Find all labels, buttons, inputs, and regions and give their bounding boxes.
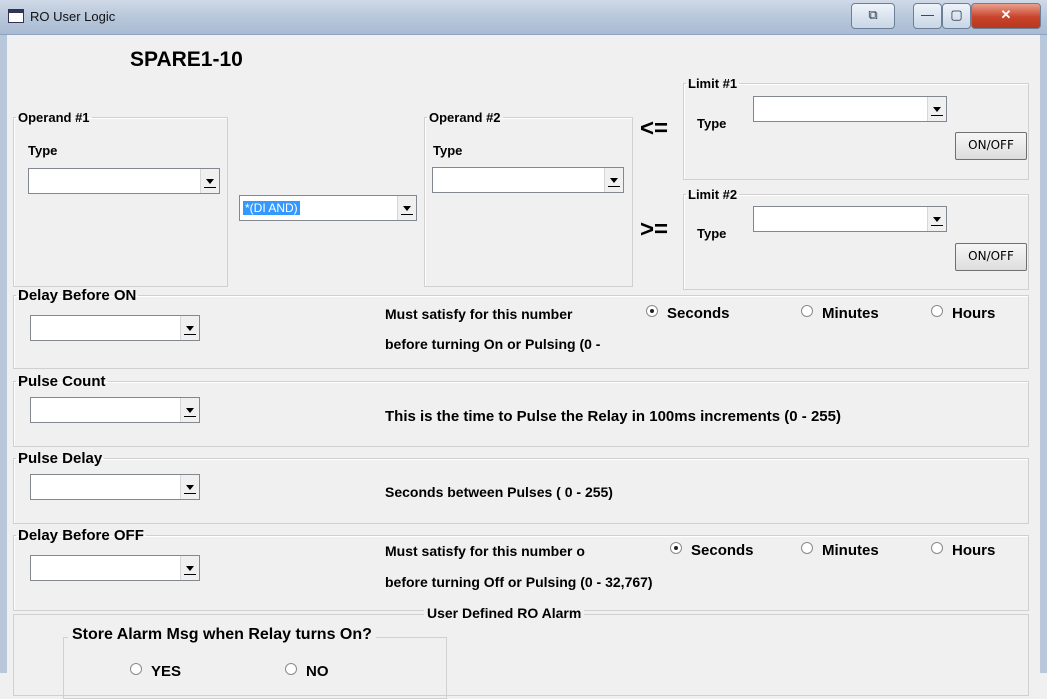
radio-checked-icon xyxy=(670,542,682,554)
radio-icon xyxy=(801,542,813,554)
delay-on-select[interactable] xyxy=(30,315,200,341)
maximize-button[interactable]: ▢ xyxy=(942,3,971,29)
radio-label: Seconds xyxy=(691,542,754,559)
chevron-down-icon[interactable] xyxy=(200,169,219,193)
operand1-legend: Operand #1 xyxy=(18,110,90,125)
window-border-right xyxy=(1040,35,1047,673)
limit1-onoff-button[interactable]: ON/OFF xyxy=(955,132,1027,160)
operand2-legend: Operand #2 xyxy=(429,110,501,125)
chevron-down-icon[interactable] xyxy=(397,196,416,220)
limit1-type-label: Type xyxy=(697,116,727,131)
alarm-yes-radio[interactable]: YES xyxy=(130,663,181,680)
delay-off-select[interactable] xyxy=(30,555,200,581)
chevron-down-icon[interactable] xyxy=(927,97,946,121)
close-button[interactable]: ✕ xyxy=(971,3,1041,29)
delay-off-seconds-radio[interactable]: Seconds xyxy=(670,542,754,559)
operand2-type-select[interactable] xyxy=(432,167,624,193)
radio-checked-icon xyxy=(646,305,658,317)
chevron-down-icon[interactable] xyxy=(927,207,946,231)
chevron-down-icon[interactable] xyxy=(180,398,199,422)
chevron-down-icon[interactable] xyxy=(604,168,623,192)
delay-on-minutes-radio[interactable]: Minutes xyxy=(801,305,879,322)
radio-icon xyxy=(931,542,943,554)
limit2-group: Limit #2 xyxy=(683,187,1029,290)
app-icon xyxy=(8,9,24,23)
operand2-type-label: Type xyxy=(433,143,463,158)
operand2-group: Operand #2 xyxy=(424,110,633,287)
chevron-down-icon[interactable] xyxy=(180,475,199,499)
greater-equal-operator: >= xyxy=(640,216,669,243)
delay-off-desc-2: before turning Off or Pulsing (0 - 32,76… xyxy=(385,574,653,590)
delay-on-desc-1: Must satisfy for this number xyxy=(385,306,573,322)
limit1-legend: Limit #1 xyxy=(688,76,738,91)
operand1-type-label: Type xyxy=(28,143,58,158)
limit2-legend: Limit #2 xyxy=(688,187,738,202)
delay-on-seconds-radio[interactable]: Seconds xyxy=(646,305,730,322)
chevron-down-icon[interactable] xyxy=(180,556,199,580)
limit1-group: Limit #1 xyxy=(683,76,1029,180)
store-alarm-group xyxy=(63,637,447,699)
radio-label: Seconds xyxy=(667,305,730,322)
pulse-delay-legend: Pulse Delay xyxy=(18,450,103,467)
radio-label: Minutes xyxy=(822,542,879,559)
pulse-count-select[interactable] xyxy=(30,397,200,423)
radio-icon xyxy=(130,663,142,675)
title-bar[interactable]: RO User Logic ⧉ — ▢ ✕ xyxy=(0,0,1047,35)
pulse-count-desc: This is the time to Pulse the Relay in 1… xyxy=(385,408,841,425)
page-title: SPARE1-10 xyxy=(130,48,243,71)
pulse-delay-select[interactable] xyxy=(30,474,200,500)
operator-value: *(DI AND) xyxy=(243,201,300,215)
minimize-button[interactable]: — xyxy=(913,3,942,29)
radio-label: NO xyxy=(306,663,329,680)
radio-icon xyxy=(931,305,943,317)
limit2-type-label: Type xyxy=(697,226,727,241)
restore-icon[interactable]: ⧉ xyxy=(851,3,895,29)
chevron-down-icon[interactable] xyxy=(180,316,199,340)
radio-icon xyxy=(285,663,297,675)
radio-label: YES xyxy=(151,663,182,680)
store-alarm-legend: Store Alarm Msg when Relay turns On? xyxy=(68,626,376,644)
delay-on-desc-2: before turning On or Pulsing (0 - xyxy=(385,336,601,352)
delay-off-minutes-radio[interactable]: Minutes xyxy=(801,542,879,559)
radio-label: Minutes xyxy=(822,305,879,322)
pulse-delay-desc: Seconds between Pulses ( 0 - 255) xyxy=(385,484,613,500)
radio-label: Hours xyxy=(952,542,996,559)
less-equal-operator: <= xyxy=(640,115,669,142)
pulse-count-legend: Pulse Count xyxy=(18,373,106,390)
operand1-group: Operand #1 xyxy=(13,110,228,287)
limit1-type-select[interactable] xyxy=(753,96,947,122)
delay-off-desc-1: Must satisfy for this number o xyxy=(385,543,585,559)
operand1-type-select[interactable] xyxy=(28,168,220,194)
alarm-no-radio[interactable]: NO xyxy=(285,663,329,680)
alarm-legend: User Defined RO Alarm xyxy=(424,605,585,621)
limit2-type-select[interactable] xyxy=(753,206,947,232)
delay-off-hours-radio[interactable]: Hours xyxy=(931,542,995,559)
limit2-onoff-button[interactable]: ON/OFF xyxy=(955,243,1027,271)
window-border-left xyxy=(0,35,7,673)
radio-icon xyxy=(801,305,813,317)
delay-on-hours-radio[interactable]: Hours xyxy=(931,305,995,322)
delay-off-legend: Delay Before OFF xyxy=(18,527,144,544)
operator-select[interactable]: *(DI AND) xyxy=(239,195,417,221)
radio-label: Hours xyxy=(952,305,996,322)
window-title: RO User Logic xyxy=(30,9,116,24)
delay-on-legend: Delay Before ON xyxy=(18,287,137,304)
